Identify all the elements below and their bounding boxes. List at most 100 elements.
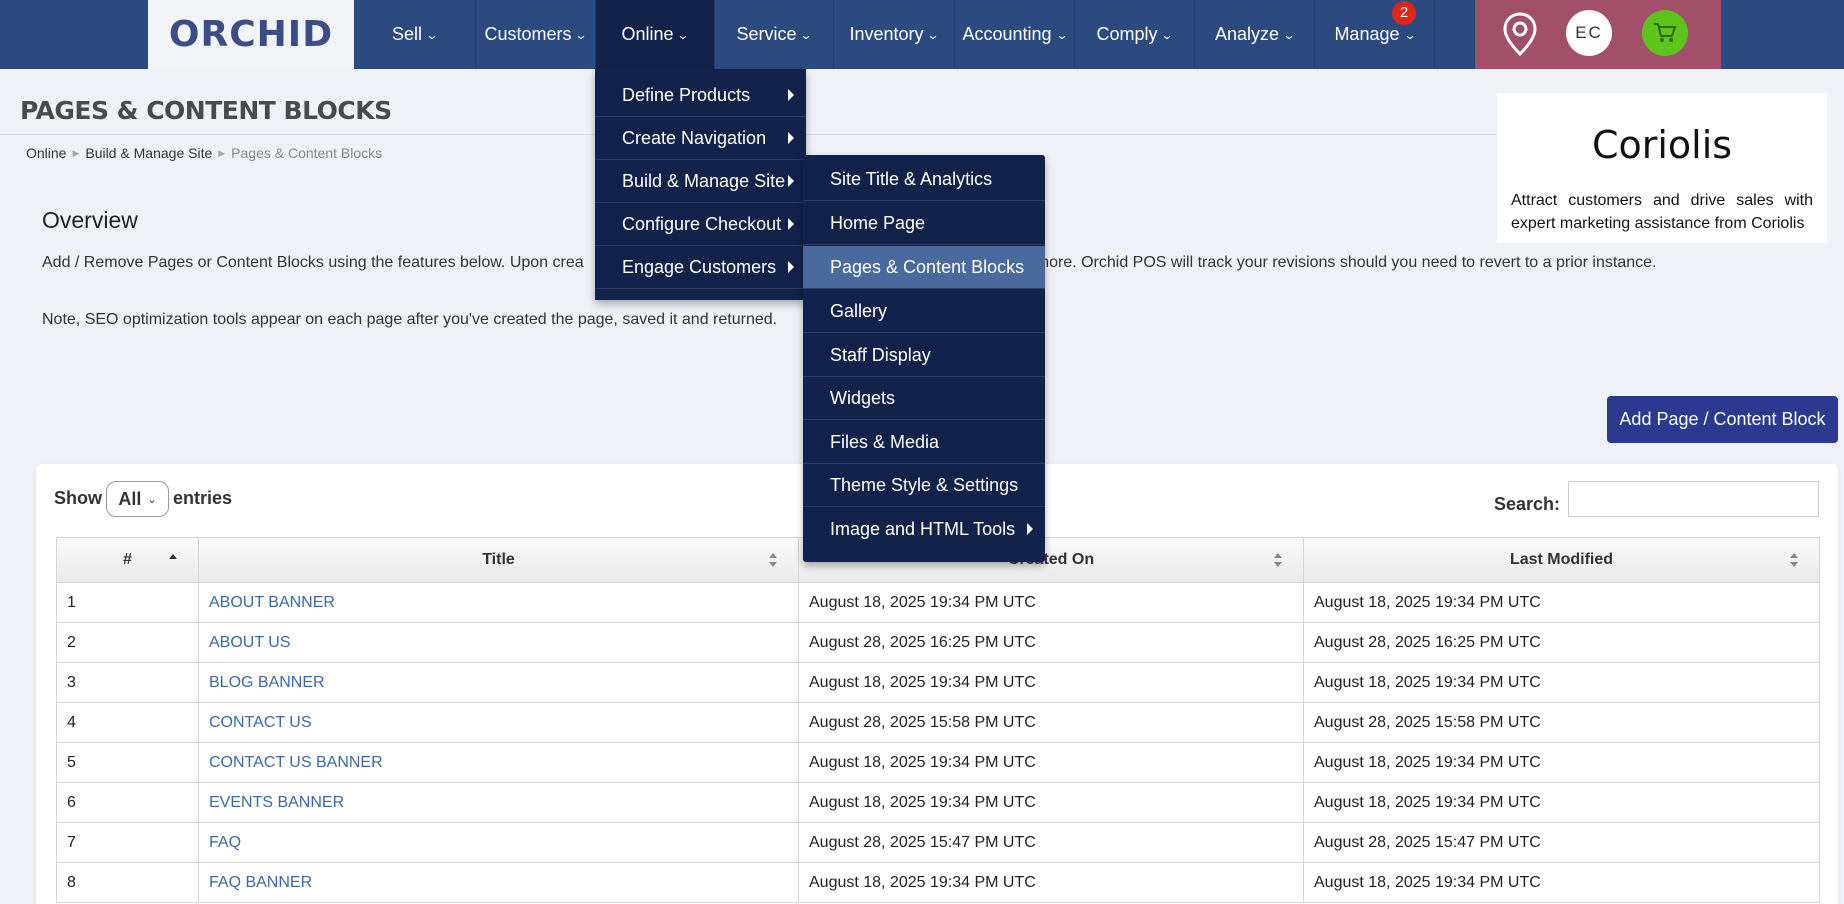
page-title: PAGES & CONTENT BLOCKS [20,96,392,125]
menu-item-label: Configure Checkout [622,213,782,234]
breadcrumb: Online ▶ Build & Manage Site ▶ Pages & C… [26,145,382,161]
submenu-item-label: Staff Display [830,344,931,365]
cell-title[interactable]: CONTACT US BANNER [198,743,799,783]
chevron-down-icon: ⌄ [926,27,941,42]
submenu-item-site-title-analytics[interactable]: Site Title & Analytics [803,158,1045,201]
cell-title[interactable]: ABOUT US [198,623,799,663]
cell-title[interactable]: ABOUT BANNER [198,583,799,623]
cell-last-modified: August 28, 2025 16:25 PM UTC [1303,623,1820,663]
submenu-item-label: Widgets [830,387,896,408]
online-dropdown-menu: Define Products Create Navigation Build … [595,69,806,300]
sort-ascending-icon [169,554,177,559]
chevron-down-icon: ⌄ [574,27,589,42]
chevron-down-icon: ⌄ [425,27,439,42]
table-row: 2 ABOUT US August 28, 2025 16:25 PM UTC Aug… [56,623,1820,663]
nav-comply[interactable]: Comply ⌄ [1075,0,1195,69]
overview-paragraph-start: Add / Remove Pages or Content Blocks usi… [42,254,584,271]
submenu-item-label: Files & Media [830,431,940,452]
sort-icon [1790,553,1798,567]
cell-title[interactable]: CONTACT US [198,703,799,743]
nav-sell-label: Sell [391,24,422,44]
nav-customers[interactable]: Customers ⌄ [476,0,596,69]
cell-title[interactable]: EVENTS BANNER [198,783,799,823]
cell-title[interactable]: FAQ BANNER [198,863,799,903]
nav-analyze-label: Analyze [1214,24,1279,44]
cell-created-on: August 28, 2025 15:58 PM UTC [798,703,1304,743]
submenu-item-theme-style-settings[interactable]: Theme Style & Settings [803,464,1045,507]
search-label: Search: [1494,494,1561,514]
cell-last-modified: August 18, 2025 19:34 PM UTC [1303,863,1820,903]
column-header-last-modified[interactable]: Last Modified [1303,537,1820,583]
nav-accounting[interactable]: Accounting ⌄ [955,0,1075,69]
submenu-item-image-html-tools[interactable]: Image and HTML Tools [803,508,1045,551]
submenu-item-gallery[interactable]: Gallery [803,290,1045,333]
logo[interactable]: ORCHID [148,0,354,69]
table-row: 7 FAQ August 28, 2025 15:47 PM UTC August 2… [56,823,1820,863]
cell-created-on: August 18, 2025 19:34 PM UTC [798,583,1304,623]
location-pin-icon[interactable] [1500,10,1540,58]
cell-created-on: August 28, 2025 16:25 PM UTC [798,623,1304,663]
cell-last-modified: August 18, 2025 19:34 PM UTC [1303,783,1820,823]
menu-item-label: Build & Manage Site [622,170,786,191]
nav-service[interactable]: Service ⌄ [715,0,834,69]
submenu-item-pages-content-blocks[interactable]: Pages & Content Blocks [803,246,1045,289]
entries-select[interactable]: All ⌄ [106,481,169,517]
breadcrumb-build-manage[interactable]: Build & Manage Site [85,145,212,161]
overview-heading: Overview [42,207,138,233]
column-header-number[interactable]: # [56,537,199,583]
breadcrumb-current: Pages & Content Blocks [231,145,383,161]
cell-title[interactable]: BLOG BANNER [198,663,799,703]
cell-title[interactable]: FAQ [198,823,799,863]
cell-last-modified: August 28, 2025 15:47 PM UTC [1303,823,1820,863]
menu-item-create-navigation[interactable]: Create Navigation [595,117,806,160]
logo-text: ORCHID [168,14,334,55]
nav-inventory[interactable]: Inventory ⌄ [834,0,955,69]
caret-right-icon [788,261,794,273]
cell-last-modified: August 18, 2025 19:34 PM UTC [1303,583,1820,623]
caret-right-icon [788,218,794,230]
cell-created-on: August 18, 2025 19:34 PM UTC [798,663,1304,703]
nav-accounting-label: Accounting [962,24,1052,44]
search-input[interactable] [1568,481,1819,517]
submenu-item-home-page[interactable]: Home Page [803,202,1045,245]
column-header-modified-label: Last Modified [1509,551,1614,568]
table-row: 5 CONTACT US BANNER August 18, 2025 19:34 … [56,743,1820,783]
table-row: 3 BLOG BANNER August 18, 2025 19:34 PM UTC… [56,663,1820,703]
promo-title: Coriolis [1591,123,1733,167]
nav-online[interactable]: Online ⌄ [596,0,715,69]
user-avatar[interactable]: EC [1566,10,1612,56]
cell-number: 3 [56,663,199,703]
menu-item-engage-customers[interactable]: Engage Customers [595,246,806,289]
submenu-item-files-media[interactable]: Files & Media [803,421,1045,464]
cell-created-on: August 28, 2025 15:47 PM UTC [798,823,1304,863]
nav-analyze[interactable]: Analyze ⌄ [1195,0,1315,69]
cell-created-on: August 18, 2025 19:34 PM UTC [798,783,1304,823]
submenu-item-widgets[interactable]: Widgets [803,377,1045,420]
menu-item-label: Engage Customers [622,256,777,277]
caret-right-icon [788,175,794,187]
caret-right-icon [1027,523,1033,535]
chevron-down-icon: ⌄ [1160,27,1175,42]
menu-item-define-products[interactable]: Define Products [595,74,806,117]
column-header-title[interactable]: Title [198,537,799,583]
nav-sell[interactable]: Sell ⌄ [354,0,476,69]
cell-last-modified: August 18, 2025 19:34 PM UTC [1303,743,1820,783]
menu-item-build-manage-site[interactable]: Build & Manage Site [595,160,806,203]
cart-icon[interactable] [1642,10,1688,56]
cell-created-on: August 18, 2025 19:34 PM UTC [798,863,1304,903]
promo-text: Attract customers and drive sales with e… [1511,192,1813,232]
breadcrumb-online[interactable]: Online [26,145,66,161]
breadcrumb-separator-icon: ▶ [72,147,80,158]
menu-item-configure-checkout[interactable]: Configure Checkout [595,203,806,246]
add-page-button[interactable]: Add Page / Content Block [1607,396,1838,443]
overview-note: Note, SEO optimization tools appear on e… [42,311,778,328]
submenu-item-staff-display[interactable]: Staff Display [803,334,1045,377]
nav-manage[interactable]: Manage ⌄ 2 [1315,0,1435,69]
cell-number: 6 [56,783,199,823]
cell-number: 1 [56,583,199,623]
nav-customers-label: Customers [484,24,572,44]
chevron-down-icon: ⌄ [147,493,157,506]
chevron-down-icon: ⌄ [1402,27,1417,42]
promo-panel[interactable]: Coriolis Attract customers and drive sal… [1497,93,1827,243]
nav-service-label: Service [736,24,797,44]
